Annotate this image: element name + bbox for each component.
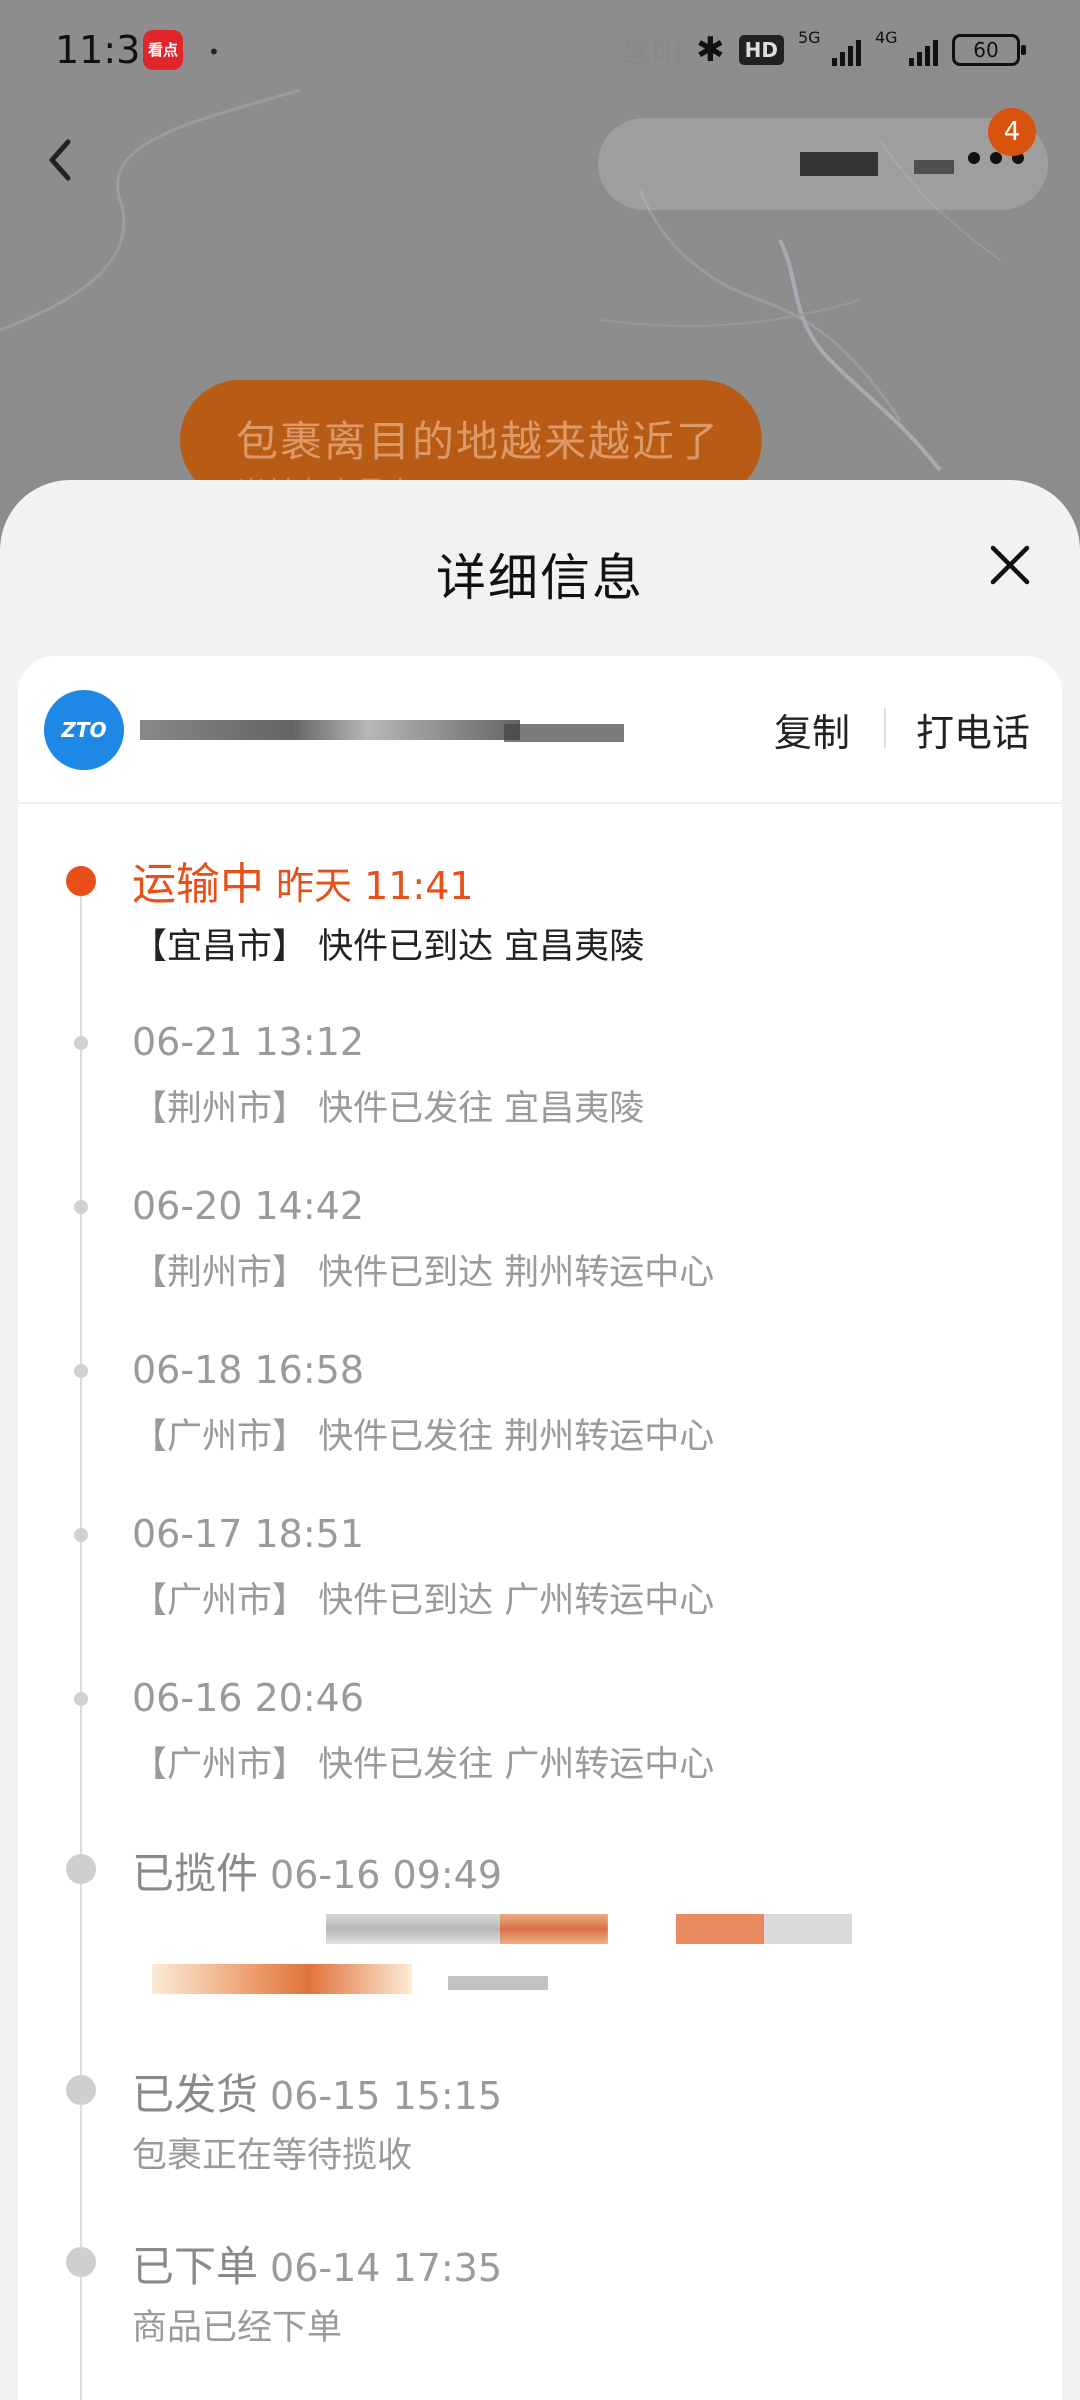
tracking-card: ZTO 复制 打电话 运输中 昨天 11:41 【宜昌市】 快件已到达 宜昌夷陵 … — [18, 656, 1062, 2400]
call-button[interactable]: 打电话 — [916, 702, 1030, 757]
event-time: 昨天 11:41 — [276, 864, 474, 908]
event-time: 06-20 14:42 — [132, 1184, 365, 1228]
carrier-logo: ZTO — [44, 690, 124, 770]
notification-dot-icon: • — [208, 40, 220, 64]
event-description: 【荆州市】 快件已发往 宜昌夷陵 — [132, 1089, 645, 1129]
event-time: 06-17 18:51 — [132, 1512, 365, 1556]
details-sheet: 详细信息 ZTO 复制 打电话 运输中 昨天 11:41 【宜昌市】 快件已到达 … — [0, 480, 1080, 2400]
event-description: 【广州市】 快件已到达 广州转运中心 — [132, 1581, 715, 1621]
back-button[interactable] — [40, 130, 90, 190]
news-app-icon: 看点 — [143, 30, 183, 70]
hd-icon: HD — [738, 35, 784, 65]
notification-badge: 4 — [988, 108, 1036, 156]
event-status: 已下单 — [132, 2242, 259, 2291]
event-status: 已揽件 — [132, 1849, 259, 1898]
close-button[interactable] — [985, 540, 1035, 590]
timeline-dot-active — [66, 866, 96, 896]
divider — [884, 708, 886, 748]
timeline-line — [80, 866, 82, 2400]
event-time: 06-14 17:35 — [270, 2246, 503, 2290]
event-time: 06-15 15:15 — [270, 2074, 503, 2118]
status-location: 襄阳 — [622, 36, 683, 71]
event-description: 商品已经下单 — [132, 2308, 343, 2348]
copy-button[interactable]: 复制 — [774, 702, 850, 757]
redacted-courier-info — [448, 1976, 548, 1990]
event-description: 【广州市】 快件已发往 广州转运中心 — [132, 1745, 715, 1785]
chevron-left-icon — [49, 139, 71, 181]
event-time: 06-16 09:49 — [270, 1853, 503, 1897]
redacted-tracking-number — [504, 724, 624, 742]
redacted-block — [800, 152, 878, 176]
event-status: 运输中 — [132, 859, 264, 910]
event-time: 06-18 16:58 — [132, 1348, 365, 1392]
event-description: 包裹正在等待揽收 — [132, 2136, 413, 2176]
status-icons: 襄阳 ✱ HD 5G 4G 60 — [622, 28, 1026, 72]
close-icon — [990, 545, 1030, 585]
bluetooth-icon: ✱ — [696, 30, 725, 70]
status-bar: 11:36 看点 • 襄阳 ✱ HD 5G 4G 60 — [0, 0, 1080, 100]
sheet-title: 详细信息 — [436, 549, 644, 607]
timeline-dot-milestone — [66, 2247, 96, 2277]
redacted-courier-info — [500, 1914, 608, 1944]
signal-4g-icon: 4G — [875, 28, 938, 66]
event-status: 已发货 — [132, 2070, 259, 2119]
redacted-courier-info — [152, 1964, 412, 1994]
redacted-block — [914, 160, 954, 174]
redacted-tracking-number — [140, 720, 520, 740]
signal-5g-icon: 5G — [798, 28, 861, 66]
redacted-courier-info — [676, 1914, 852, 1944]
carrier-row: ZTO 复制 打电话 — [18, 656, 1062, 804]
bubble-text: 包裹离目的地越来越近了 — [236, 417, 721, 466]
timeline-dot — [74, 1364, 88, 1378]
timeline-dot-milestone — [66, 1854, 96, 1884]
timeline-dot — [74, 1200, 88, 1214]
event-description: 【荆州市】 快件已到达 荆州转运中心 — [132, 1253, 715, 1293]
event-time: 06-21 13:12 — [132, 1020, 365, 1064]
timeline-dot — [74, 1036, 88, 1050]
event-description: 【宜昌市】 快件已到达 宜昌夷陵 — [132, 927, 645, 967]
timeline-dot-milestone — [66, 2075, 96, 2105]
event-description: 【广州市】 快件已发往 荆州转运中心 — [132, 1417, 715, 1457]
timeline-dot — [74, 1528, 88, 1542]
timeline-dot — [74, 1692, 88, 1706]
battery-icon: 60 — [952, 34, 1026, 66]
event-time: 06-16 20:46 — [132, 1676, 365, 1720]
